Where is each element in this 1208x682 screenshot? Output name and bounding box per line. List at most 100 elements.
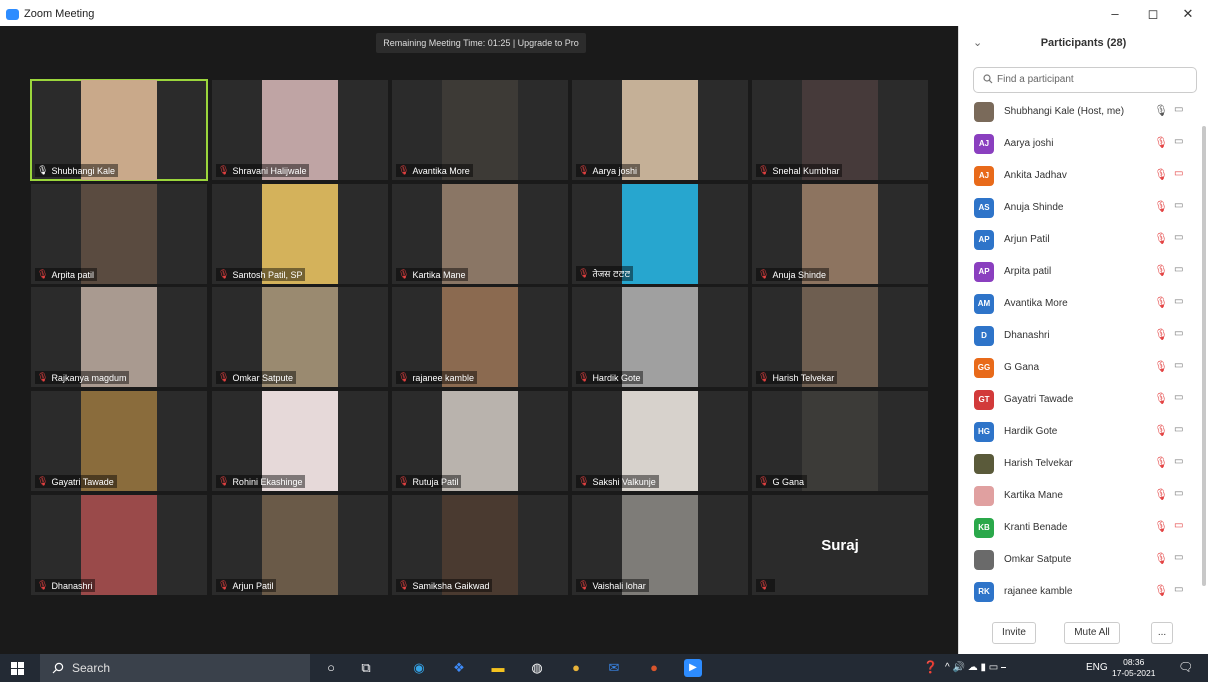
task-view-icon[interactable]: ⧉ bbox=[357, 659, 375, 677]
video-tile[interactable]: 🎙 Harish Telvekar bbox=[752, 287, 928, 387]
participant-row[interactable]: Shubhangi Kale (Host, me) 🎙 ▭ bbox=[971, 96, 1195, 128]
participant-row[interactable]: RK rajanee kamble 🎙 ▭ bbox=[971, 576, 1195, 608]
mic-muted-icon[interactable]: 🎙 bbox=[1154, 328, 1168, 341]
mic-muted-icon[interactable]: 🎙 bbox=[1154, 264, 1168, 277]
mic-muted-icon[interactable]: 🎙 bbox=[1154, 200, 1168, 213]
camera-off-icon[interactable]: ▭ bbox=[1174, 168, 1183, 179]
video-tile[interactable]: 🎙 rajanee kamble bbox=[392, 287, 568, 387]
mic-muted-icon[interactable]: 🎙 bbox=[1154, 456, 1168, 469]
camera-icon[interactable]: ▭ bbox=[1174, 328, 1183, 339]
video-tile[interactable]: 🎙 Rajkanya magdum bbox=[31, 287, 207, 387]
participant-search-input[interactable]: Find a participant bbox=[973, 67, 1197, 93]
mail-icon[interactable]: ✉ bbox=[605, 659, 623, 677]
camera-icon[interactable]: ▭ bbox=[1174, 136, 1183, 147]
video-tile[interactable]: 🎙 Shubhangi Kale bbox=[30, 79, 208, 181]
mic-muted-icon[interactable]: 🎙 bbox=[1154, 488, 1168, 501]
edge-icon[interactable]: ◉ bbox=[410, 659, 428, 677]
camera-icon[interactable]: ▭ bbox=[1174, 392, 1183, 403]
participant-row[interactable]: AJ Ankita Jadhav 🎙 ▭ bbox=[971, 160, 1195, 192]
video-tile[interactable]: 🎙 Shravani Halijwale bbox=[212, 80, 388, 180]
powerpoint-icon[interactable]: ● bbox=[645, 659, 663, 677]
participant-row[interactable]: HG Hardik Gote 🎙 ▭ bbox=[971, 416, 1195, 448]
tray-icons[interactable]: ^ 🔊 ☁ ▮ ▭ ⎯ bbox=[945, 662, 1006, 673]
camera-icon[interactable]: ▭ bbox=[1174, 584, 1183, 595]
video-tile[interactable]: 🎙 Samiksha Gaikwad bbox=[392, 495, 568, 595]
video-tile[interactable]: 🎙 तेजस ꯂꯂꯂ bbox=[572, 184, 748, 284]
language-indicator[interactable]: ENG bbox=[1086, 662, 1108, 673]
camera-icon[interactable]: ▭ bbox=[1174, 104, 1183, 115]
mic-muted-icon[interactable]: 🎙 bbox=[1154, 296, 1168, 309]
notifications-icon[interactable]: 🗨 bbox=[1178, 660, 1193, 674]
maximize-button[interactable]: ◻ bbox=[1143, 6, 1163, 22]
windows-start-icon[interactable] bbox=[11, 662, 24, 675]
chrome-icon[interactable]: ● bbox=[567, 659, 585, 677]
taskbar-search-box[interactable]: Search bbox=[40, 654, 310, 682]
mic-muted-icon[interactable]: 🎙 bbox=[1154, 392, 1168, 405]
minimize-button[interactable]: – bbox=[1105, 6, 1125, 21]
mic-muted-icon[interactable]: 🎙 bbox=[1154, 136, 1168, 149]
more-button[interactable]: ... bbox=[1151, 622, 1173, 644]
participant-row[interactable]: GT Gayatri Tawade 🎙 ▭ bbox=[971, 384, 1195, 416]
zoom-icon[interactable]: ▶ bbox=[684, 659, 702, 677]
participant-row[interactable]: AJ Aarya joshi 🎙 ▭ bbox=[971, 128, 1195, 160]
cortana-icon[interactable]: ○ bbox=[322, 659, 340, 677]
mute-all-button[interactable]: Mute All bbox=[1064, 622, 1120, 644]
mic-muted-icon[interactable]: 🎙 bbox=[1154, 552, 1168, 565]
video-tile[interactable]: 🎙 Kartika Mane bbox=[392, 184, 568, 284]
video-tile[interactable]: Suraj 🎙 bbox=[752, 495, 928, 595]
video-tile[interactable]: 🎙 G Gana bbox=[752, 391, 928, 491]
camera-icon[interactable]: ▭ bbox=[1174, 232, 1183, 243]
video-tile[interactable]: 🎙 Aarya joshi bbox=[572, 80, 748, 180]
participant-row[interactable]: AP Arjun Patil 🎙 ▭ bbox=[971, 224, 1195, 256]
mic-muted-icon[interactable]: 🎙 bbox=[1154, 168, 1168, 181]
participant-row[interactable]: Omkar Satpute 🎙 ▭ bbox=[971, 544, 1195, 576]
camera-icon[interactable]: ▭ bbox=[1174, 456, 1183, 467]
participant-row[interactable]: Kartika Mane 🎙 ▭ bbox=[971, 480, 1195, 512]
taskbar-clock[interactable]: 08:36 17-05-2021 bbox=[1112, 657, 1155, 679]
mic-muted-icon[interactable]: 🎙 bbox=[1154, 584, 1168, 597]
video-tile[interactable]: 🎙 Hardik Gote bbox=[572, 287, 748, 387]
dropbox-icon[interactable]: ❖ bbox=[450, 659, 468, 677]
camera-icon[interactable]: ▭ bbox=[1174, 200, 1183, 211]
video-tile[interactable]: 🎙 Arpita patil bbox=[31, 184, 207, 284]
participant-scrollbar[interactable] bbox=[1202, 126, 1206, 586]
participant-row[interactable]: D Dhanashri 🎙 ▭ bbox=[971, 320, 1195, 352]
video-tile[interactable]: 🎙 Vaishali lohar bbox=[572, 495, 748, 595]
video-tile[interactable]: 🎙 Rutuja Patil bbox=[392, 391, 568, 491]
video-tile[interactable]: 🎙 Sakshi Valkunje bbox=[572, 391, 748, 491]
camera-icon[interactable]: ▭ bbox=[1174, 488, 1183, 499]
store-icon[interactable]: ◍ bbox=[528, 659, 546, 677]
camera-icon[interactable]: ▭ bbox=[1174, 552, 1183, 563]
camera-icon[interactable]: ▭ bbox=[1174, 424, 1183, 435]
participant-row[interactable]: GG G Gana 🎙 ▭ bbox=[971, 352, 1195, 384]
video-tile[interactable]: 🎙 Omkar Satpute bbox=[212, 287, 388, 387]
mic-muted-icon[interactable]: 🎙 bbox=[1154, 232, 1168, 245]
camera-icon[interactable]: ▭ bbox=[1174, 360, 1183, 371]
mic-muted-icon[interactable]: 🎙 bbox=[1154, 360, 1168, 373]
invite-button[interactable]: Invite bbox=[992, 622, 1036, 644]
participant-row[interactable]: KB Kranti Benade 🎙 ▭ bbox=[971, 512, 1195, 544]
camera-icon[interactable]: ▭ bbox=[1174, 264, 1183, 275]
video-tile[interactable]: 🎙 Arjun Patil bbox=[212, 495, 388, 595]
video-tile[interactable]: 🎙 Santosh Patil, SP bbox=[212, 184, 388, 284]
meeting-time-banner[interactable]: Remaining Meeting Time: 01:25 | Upgrade … bbox=[376, 33, 586, 53]
participant-row[interactable]: AP Arpita patil 🎙 ▭ bbox=[971, 256, 1195, 288]
video-tile[interactable]: 🎙 Avantika More bbox=[392, 80, 568, 180]
mic-muted-icon[interactable]: 🎙 bbox=[1154, 424, 1168, 437]
camera-icon[interactable]: ▭ bbox=[1174, 296, 1183, 307]
video-tile[interactable]: 🎙 Snehal Kumbhar bbox=[752, 80, 928, 180]
close-button[interactable]: ✕ bbox=[1178, 6, 1198, 22]
camera-off-icon[interactable]: ▭ bbox=[1174, 520, 1183, 531]
participant-row[interactable]: AM Avantika More 🎙 ▭ bbox=[971, 288, 1195, 320]
participant-row[interactable]: AS Anuja Shinde 🎙 ▭ bbox=[971, 192, 1195, 224]
participant-row[interactable]: Harish Telvekar 🎙 ▭ bbox=[971, 448, 1195, 480]
video-tile[interactable]: 🎙 Gayatri Tawade bbox=[31, 391, 207, 491]
mic-muted-icon[interactable]: 🎙 bbox=[1154, 520, 1168, 533]
file-explorer-icon[interactable]: ▬ bbox=[489, 659, 507, 677]
video-tile[interactable]: 🎙 Anuja Shinde bbox=[752, 184, 928, 284]
help-icon[interactable]: ❓ bbox=[923, 660, 938, 674]
mic-icon[interactable]: 🎙 bbox=[1154, 104, 1168, 117]
video-tile[interactable]: 🎙 Rohini Ekashinge bbox=[212, 391, 388, 491]
video-tile[interactable]: 🎙 Dhanashri bbox=[31, 495, 207, 595]
clock-time: 08:36 bbox=[1123, 657, 1145, 667]
